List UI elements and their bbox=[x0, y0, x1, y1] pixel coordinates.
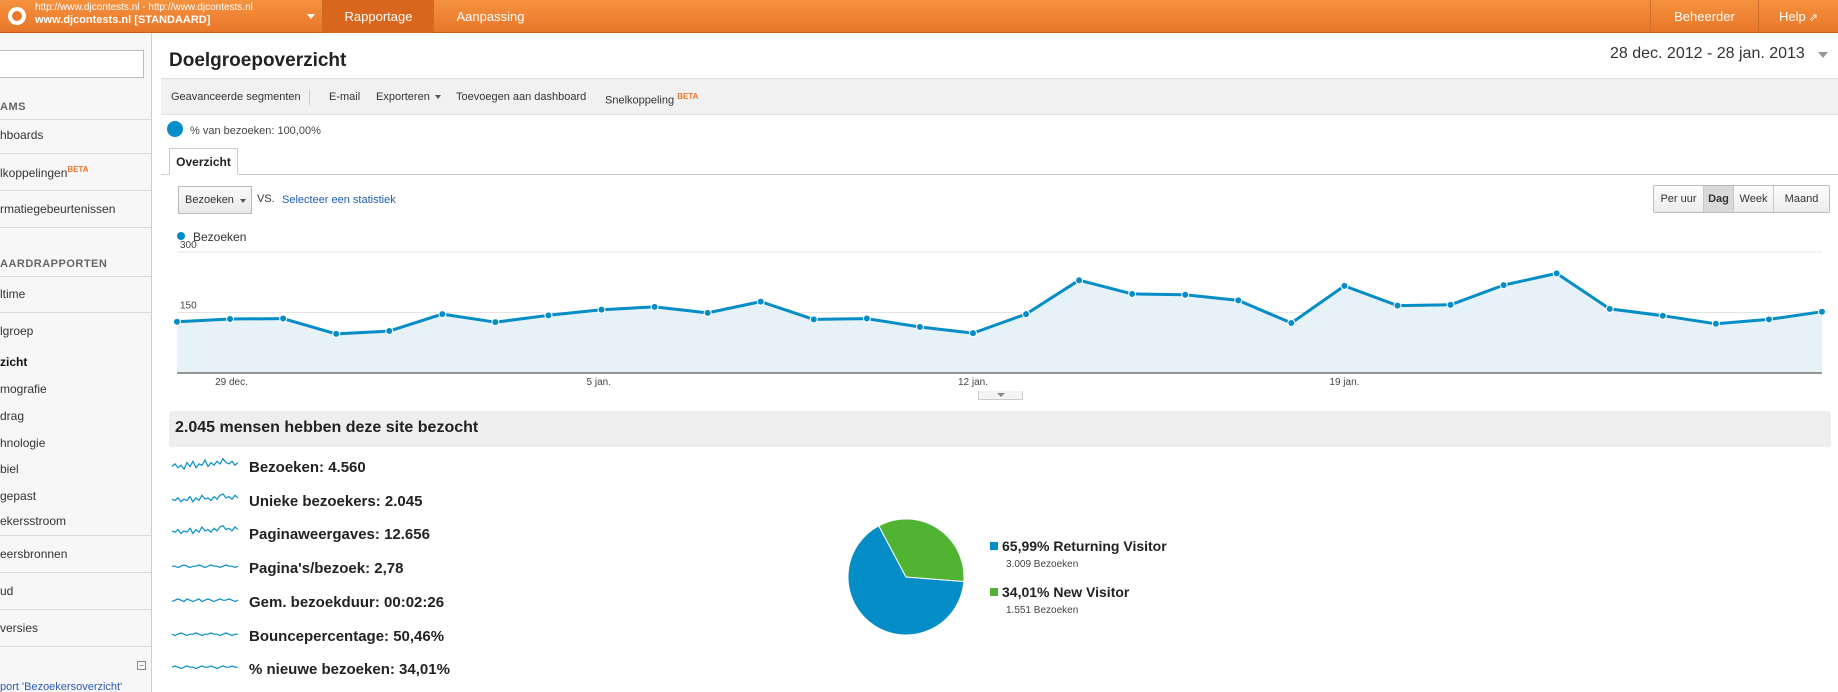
x-tick-label: 29 dec. bbox=[215, 377, 248, 388]
pie-legend-item[interactable]: 34,01% New Visitor bbox=[990, 584, 1129, 600]
data-point[interactable] bbox=[544, 311, 553, 320]
data-point[interactable] bbox=[1605, 304, 1614, 313]
stat-label: Paginaweergaves: 12.656 bbox=[249, 526, 430, 543]
data-point[interactable] bbox=[703, 308, 712, 317]
sidebar-item-technologie[interactable]: hnologie bbox=[0, 436, 45, 450]
sidebar-item-aangepast[interactable]: gepast bbox=[0, 489, 36, 503]
collapse-icon[interactable]: − bbox=[137, 661, 146, 670]
sidebar-item-mobiel[interactable]: biel bbox=[0, 462, 19, 476]
data-point[interactable] bbox=[279, 314, 288, 323]
data-point[interactable] bbox=[1446, 300, 1455, 309]
pie-legend-label: 34,01% New Visitor bbox=[1002, 584, 1130, 600]
data-point[interactable] bbox=[173, 317, 181, 326]
data-point[interactable] bbox=[1181, 290, 1190, 299]
visits-line-chart: 150 300 29 dec. 5 jan. 12 jan. 19 jan. bbox=[173, 240, 1826, 388]
data-point[interactable] bbox=[756, 297, 765, 306]
data-point[interactable] bbox=[1234, 296, 1243, 305]
sidebar-item-conversies[interactable]: versies bbox=[0, 621, 38, 635]
legend-swatch bbox=[990, 588, 998, 596]
stat-label: % nieuwe bezoeken: 34,01% bbox=[249, 661, 450, 678]
divider bbox=[0, 535, 151, 536]
data-point[interactable] bbox=[1711, 319, 1720, 328]
data-point[interactable] bbox=[385, 327, 394, 336]
divider bbox=[0, 572, 151, 573]
report-link[interactable]: port 'Bezoekersoverzicht' bbox=[0, 681, 122, 692]
x-tick-label: 19 jan. bbox=[1329, 377, 1359, 388]
stat-label: Bezoeken: 4.560 bbox=[249, 459, 366, 476]
divider bbox=[0, 646, 151, 647]
data-point[interactable] bbox=[1128, 289, 1137, 298]
pie-slice[interactable] bbox=[878, 518, 965, 583]
y-tick-label: 300 bbox=[180, 240, 197, 251]
data-point[interactable] bbox=[809, 315, 818, 324]
data-point[interactable] bbox=[862, 314, 871, 323]
stat-label: Unieke bezoekers: 2.045 bbox=[249, 493, 423, 510]
data-point[interactable] bbox=[650, 302, 659, 311]
sidebar-item-bezoekersstroom[interactable]: ekersstroom bbox=[0, 514, 66, 528]
sidebar-item-gedrag[interactable]: drag bbox=[0, 409, 24, 423]
x-tick-label: 12 jan. bbox=[958, 377, 988, 388]
data-point[interactable] bbox=[1552, 269, 1561, 278]
data-point[interactable] bbox=[1075, 276, 1084, 285]
data-point[interactable] bbox=[1658, 311, 1667, 320]
pie-legend-label: 65,99% Returning Visitor bbox=[1002, 538, 1167, 554]
sparkline bbox=[171, 632, 238, 637]
sparkline bbox=[171, 457, 239, 471]
sparkline bbox=[171, 524, 239, 535]
data-point[interactable] bbox=[1340, 281, 1349, 290]
data-point[interactable] bbox=[226, 314, 235, 323]
divider bbox=[0, 609, 151, 610]
stat-label: Gem. bezoekduur: 00:02:26 bbox=[249, 594, 445, 611]
data-point[interactable] bbox=[332, 329, 341, 338]
sparkline bbox=[171, 493, 239, 503]
data-point[interactable] bbox=[597, 305, 606, 314]
data-point[interactable] bbox=[1764, 315, 1773, 324]
sparkline bbox=[171, 665, 238, 670]
legend-swatch bbox=[990, 542, 998, 550]
y-tick-label: 150 bbox=[180, 301, 197, 312]
data-point[interactable] bbox=[1499, 281, 1508, 290]
sidebar-item-inhoud[interactable]: ud bbox=[0, 584, 13, 598]
stat-label: Pagina's/bezoek: 2,78 bbox=[249, 560, 404, 577]
x-tick-label: 5 jan. bbox=[587, 377, 611, 388]
chart-resize-handle[interactable] bbox=[978, 391, 1023, 400]
data-point[interactable] bbox=[968, 329, 977, 338]
pie-legend-item[interactable]: 65,99% Returning Visitor bbox=[990, 538, 1167, 554]
data-point[interactable] bbox=[491, 318, 500, 327]
pie-legend-subtext: 1.551 Bezoeken bbox=[1006, 605, 1079, 616]
pie-legend-subtext: 3.009 Bezoeken bbox=[1006, 559, 1079, 570]
data-point[interactable] bbox=[1287, 318, 1296, 327]
sparkline bbox=[172, 564, 239, 569]
summary-headline: 2.045 mensen hebben deze site bezocht bbox=[175, 419, 479, 436]
data-point[interactable] bbox=[438, 310, 447, 319]
sparkline bbox=[171, 598, 239, 603]
pie-slice[interactable] bbox=[847, 525, 965, 636]
sidebar-item-verkeersbronnen[interactable]: eersbronnen bbox=[0, 547, 67, 561]
data-point[interactable] bbox=[915, 323, 924, 332]
data-point[interactable] bbox=[1818, 307, 1826, 316]
tab-overzicht[interactable]: Overzicht bbox=[169, 148, 238, 175]
data-point[interactable] bbox=[1022, 310, 1031, 319]
stat-label: Bouncepercentage: 50,46% bbox=[249, 628, 445, 645]
data-point[interactable] bbox=[1393, 301, 1402, 310]
